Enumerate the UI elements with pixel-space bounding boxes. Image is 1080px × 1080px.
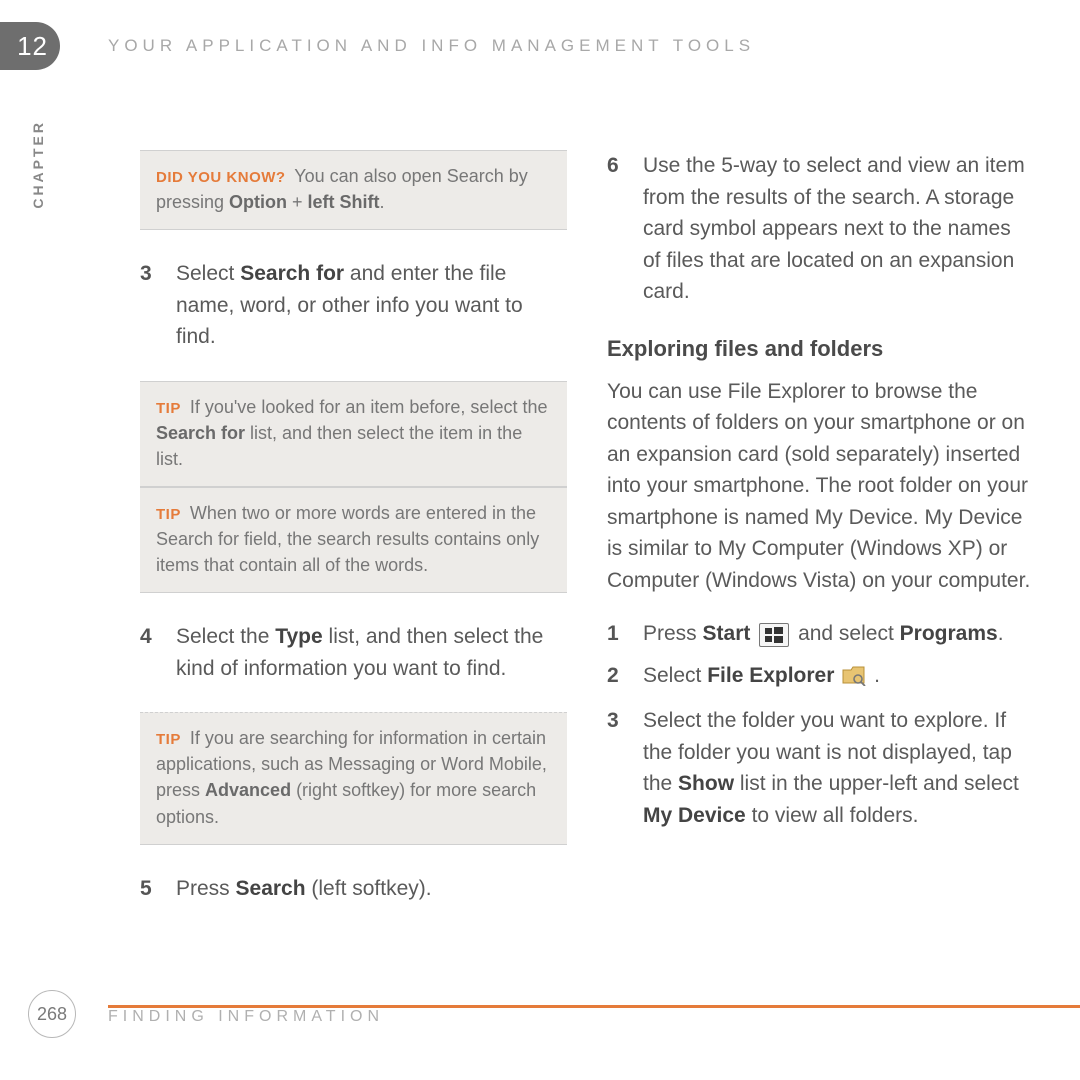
t: . — [998, 622, 1004, 645]
step-number: 5 — [140, 873, 158, 905]
step-5: 5 Press Search (left softkey). — [140, 873, 567, 905]
chapter-vertical-label: CHAPTER — [30, 120, 46, 209]
t: Select the — [176, 625, 275, 648]
page: 12 CHAPTER YOUR APPLICATION AND INFO MAN… — [0, 0, 1080, 1080]
dyk-key1: Option — [229, 192, 287, 212]
t: My Device — [643, 804, 746, 827]
right-column: 6 Use the 5-way to select and view an it… — [607, 150, 1034, 990]
dyk-post: . — [380, 192, 385, 212]
step-number: 4 — [140, 621, 158, 684]
step-text: Select Search for and enter the file nam… — [176, 258, 567, 353]
t: Programs — [900, 622, 998, 645]
t: Start — [703, 622, 751, 645]
windows-start-icon — [759, 623, 789, 647]
t: Type — [275, 625, 322, 648]
t: Search — [236, 877, 306, 900]
step-6: 6 Use the 5-way to select and view an it… — [607, 150, 1034, 308]
t: (left softkey). — [306, 877, 432, 900]
did-you-know-callout: DID YOU KNOW? You can also open Search b… — [140, 150, 567, 230]
explore-step-1: 1 Press Start and select Programs. — [607, 618, 1034, 650]
t: Search for — [156, 423, 245, 443]
t: Press — [643, 622, 703, 645]
dyk-key2: left Shift — [308, 192, 380, 212]
chapter-number: 12 — [17, 31, 48, 62]
t: and select — [798, 622, 900, 645]
step-text: Press Search (left softkey). — [176, 873, 432, 905]
intro-paragraph: You can use File Explorer to browse the … — [607, 376, 1034, 597]
t: Select — [176, 262, 240, 285]
tip-callout-1: TIP If you've looked for an item before,… — [140, 381, 567, 487]
t: Search for — [240, 262, 344, 285]
step-number: 6 — [607, 150, 625, 308]
t: Press — [176, 877, 236, 900]
t: Advanced — [205, 780, 291, 800]
step-number: 3 — [140, 258, 158, 353]
step-text: Use the 5-way to select and view an item… — [643, 150, 1034, 308]
did-you-know-label: DID YOU KNOW? — [156, 169, 286, 186]
step-text: Press Start and select Programs. — [643, 618, 1004, 650]
tip-callout-2: TIP When two or more words are entered i… — [140, 487, 567, 593]
tip-label: TIP — [156, 506, 181, 523]
step-text: Select File Explorer . — [643, 660, 880, 696]
page-number: 268 — [28, 990, 76, 1038]
step-number: 2 — [607, 660, 625, 696]
step-3: 3 Select Search for and enter the file n… — [140, 258, 567, 353]
folder-search-icon — [842, 664, 866, 696]
page-number-text: 268 — [37, 1004, 67, 1025]
t: list in the upper-left and select — [734, 772, 1019, 795]
tip-label: TIP — [156, 400, 181, 417]
tip-callout-3: TIP If you are searching for information… — [140, 712, 567, 844]
dyk-plus: + — [287, 192, 308, 212]
left-column: DID YOU KNOW? You can also open Search b… — [140, 150, 567, 990]
step-text: Select the Type list, and then select th… — [176, 621, 567, 684]
t: File Explorer — [707, 664, 834, 687]
tip-label: TIP — [156, 731, 181, 748]
section-heading: Exploring files and folders — [607, 336, 1034, 362]
chapter-number-badge: 12 — [0, 22, 60, 70]
step-number: 1 — [607, 618, 625, 650]
t: Show — [678, 772, 734, 795]
explore-step-3: 3 Select the folder you want to explore.… — [607, 705, 1034, 831]
explore-step-2: 2 Select File Explorer . — [607, 660, 1034, 696]
t: Use the 5-way to select and view an item… — [643, 154, 1025, 303]
t: Select — [643, 664, 707, 687]
step-number: 3 — [607, 705, 625, 831]
running-head: YOUR APPLICATION AND INFO MANAGEMENT TOO… — [108, 36, 755, 56]
content-columns: DID YOU KNOW? You can also open Search b… — [140, 150, 1034, 990]
t: When two or more words are entered in th… — [156, 503, 539, 575]
t: . — [868, 664, 880, 687]
t: If you've looked for an item before, sel… — [185, 397, 548, 417]
step-4: 4 Select the Type list, and then select … — [140, 621, 567, 684]
t: to view all folders. — [746, 804, 919, 827]
footer-section: FINDING INFORMATION — [108, 1008, 384, 1026]
step-text: Select the folder you want to explore. I… — [643, 705, 1034, 831]
